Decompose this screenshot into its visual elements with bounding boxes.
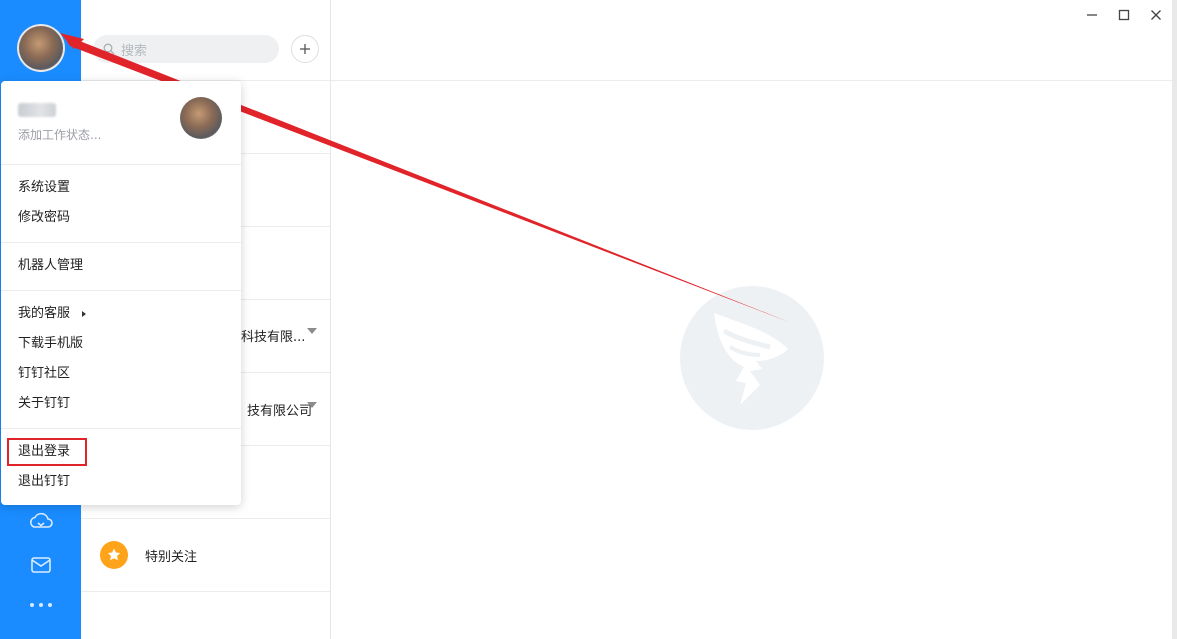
menu-divider (1, 290, 241, 291)
chevron-down-icon[interactable] (307, 402, 317, 408)
search-input[interactable]: 搜索 (93, 35, 279, 63)
menu-item-change-password[interactable]: 修改密码 (18, 208, 70, 228)
menu-divider (1, 242, 241, 243)
header-divider (331, 80, 1177, 81)
window-border (1172, 0, 1177, 639)
menu-item-robot-management[interactable]: 机器人管理 (18, 256, 83, 276)
special-follow-label[interactable]: 特别关注 (145, 546, 197, 565)
close-icon[interactable] (1147, 6, 1165, 24)
star-icon (100, 541, 128, 569)
more-icon[interactable] (30, 603, 52, 609)
plus-icon (300, 44, 310, 54)
search-icon (103, 43, 115, 55)
conversation-item-name[interactable]: 科技有限... (241, 326, 305, 345)
user-name-blurred (18, 103, 56, 117)
menu-item-my-support[interactable]: 我的客服 (18, 304, 70, 324)
chevron-right-icon (82, 311, 86, 317)
minimize-icon[interactable] (1083, 6, 1101, 24)
menu-divider (1, 428, 241, 429)
search-placeholder: 搜索 (121, 43, 148, 59)
conversation-item-name[interactable]: 技有限公司 (247, 400, 312, 419)
menu-item-download-mobile[interactable]: 下载手机版 (18, 334, 83, 354)
menu-item-quit[interactable]: 退出钉钉 (18, 472, 70, 492)
cloud-drive-icon[interactable] (27, 508, 55, 536)
user-avatar[interactable] (17, 24, 65, 72)
menu-item-system-settings[interactable]: 系统设置 (18, 178, 70, 198)
menu-item-logout[interactable]: 退出登录 (18, 442, 70, 462)
mail-icon[interactable] (27, 551, 55, 579)
menu-item-community[interactable]: 钉钉社区 (18, 364, 70, 384)
work-status-input[interactable]: 添加工作状态... (18, 126, 101, 143)
menu-item-about[interactable]: 关于钉钉 (18, 394, 70, 414)
maximize-icon[interactable] (1115, 6, 1133, 24)
list-divider (81, 591, 330, 592)
menu-avatar[interactable] (180, 97, 222, 139)
add-button[interactable] (291, 35, 319, 63)
menu-divider (1, 164, 241, 165)
list-divider (81, 518, 330, 519)
chevron-down-icon[interactable] (307, 328, 317, 334)
dingtalk-logo (680, 286, 824, 430)
main-panel (331, 0, 1177, 639)
